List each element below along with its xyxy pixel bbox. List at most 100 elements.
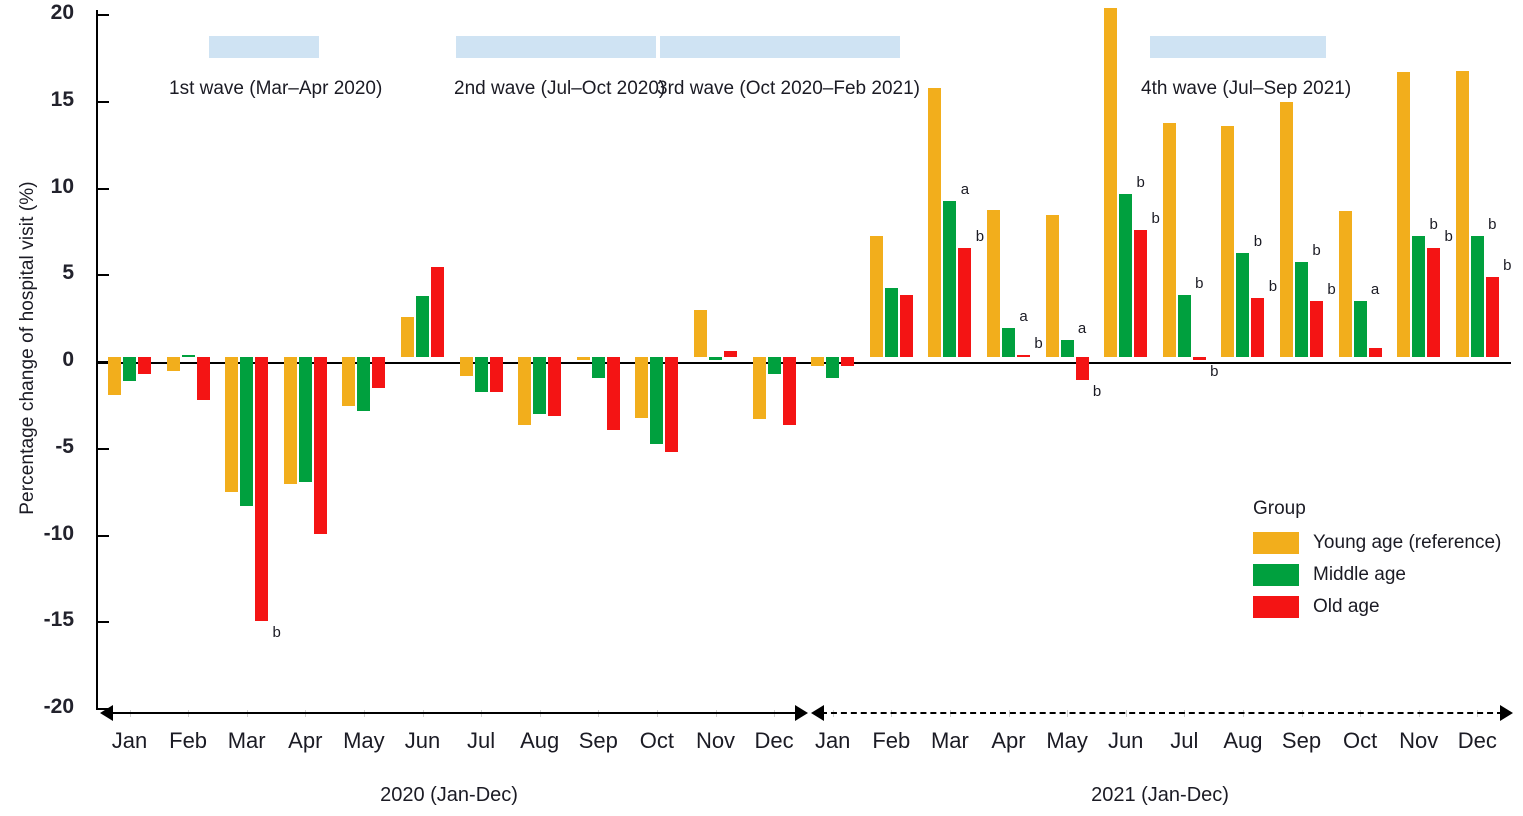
bar[interactable] <box>548 357 562 416</box>
bar[interactable] <box>1162 122 1176 357</box>
bar[interactable] <box>811 357 825 366</box>
significance-marker: b <box>1503 257 1512 275</box>
bar[interactable] <box>1177 294 1191 357</box>
bar[interactable] <box>1485 277 1499 357</box>
bar[interactable] <box>606 357 620 430</box>
bar[interactable] <box>1104 8 1118 357</box>
bar[interactable] <box>591 357 605 378</box>
bar[interactable] <box>709 357 722 361</box>
bar[interactable] <box>372 357 386 389</box>
bar[interactable] <box>123 357 136 382</box>
bar[interactable] <box>1221 126 1235 357</box>
bar-group: ab <box>1045 10 1105 710</box>
bar[interactable] <box>518 357 532 425</box>
bar[interactable] <box>1338 211 1352 357</box>
bar[interactable] <box>1119 193 1133 357</box>
bar[interactable] <box>313 357 327 534</box>
bar-group <box>811 10 870 710</box>
legend: Group Young age (reference) Middle age Old… <box>1253 498 1501 623</box>
bar[interactable] <box>576 357 590 361</box>
bar[interactable] <box>650 357 664 444</box>
bar[interactable] <box>416 296 429 357</box>
bar[interactable] <box>1134 230 1148 357</box>
bar[interactable] <box>489 357 503 392</box>
bar-group: ab <box>987 10 1046 710</box>
legend-label: Old age <box>1313 596 1380 617</box>
bar[interactable] <box>869 235 883 357</box>
bar[interactable] <box>928 88 942 357</box>
bar[interactable] <box>1295 261 1308 357</box>
bar[interactable] <box>694 310 707 357</box>
bar[interactable] <box>240 357 254 507</box>
significance-marker: a <box>1019 307 1028 325</box>
bar[interactable] <box>724 350 737 357</box>
bar[interactable] <box>987 209 1000 357</box>
legend-item[interactable]: Young age (reference) <box>1253 527 1501 559</box>
bar[interactable] <box>767 357 781 375</box>
legend-entries: Young age (reference) Middle age Old age <box>1253 527 1501 623</box>
bar[interactable] <box>283 357 297 484</box>
bar[interactable] <box>826 357 840 378</box>
bar[interactable] <box>474 357 488 392</box>
bar[interactable] <box>459 357 473 377</box>
bar[interactable] <box>1455 70 1469 357</box>
bar[interactable] <box>533 357 547 415</box>
bar[interactable] <box>635 357 649 418</box>
bar-group <box>752 10 812 710</box>
bar[interactable] <box>958 247 972 357</box>
bar[interactable] <box>401 317 414 357</box>
bar[interactable] <box>1002 327 1015 357</box>
bar[interactable] <box>357 357 371 411</box>
bar[interactable] <box>298 357 312 482</box>
bar[interactable] <box>884 287 898 357</box>
legend-item[interactable]: Middle age <box>1253 559 1501 591</box>
bar[interactable] <box>431 266 444 357</box>
y-tick-label: 10 <box>50 174 74 198</box>
bar[interactable] <box>1397 72 1411 357</box>
bar[interactable] <box>1017 355 1030 357</box>
arrow-head-right-2020 <box>795 705 808 721</box>
bar[interactable] <box>665 357 679 453</box>
bar[interactable] <box>1192 357 1206 361</box>
bar-group <box>166 10 226 710</box>
axis-arrow-2021 <box>821 712 1503 714</box>
bar[interactable] <box>1236 252 1250 357</box>
bar[interactable] <box>1075 357 1089 380</box>
bar[interactable] <box>1060 339 1074 357</box>
bar[interactable] <box>196 357 210 401</box>
bar[interactable] <box>1368 348 1382 357</box>
bar[interactable] <box>943 200 957 357</box>
bar[interactable] <box>1251 298 1265 357</box>
bar-group <box>401 10 460 710</box>
bar[interactable] <box>1427 247 1441 357</box>
bar[interactable] <box>1470 235 1484 357</box>
legend-swatch <box>1253 596 1299 618</box>
bar[interactable] <box>255 357 269 621</box>
bar[interactable] <box>1280 101 1293 357</box>
bar[interactable] <box>181 355 195 357</box>
bar[interactable] <box>782 357 796 425</box>
bar[interactable] <box>1353 301 1367 357</box>
bar[interactable] <box>752 357 766 420</box>
year-label-2021: 2021 (Jan-Dec) <box>1091 784 1229 806</box>
bar[interactable] <box>1310 301 1323 357</box>
wave-band <box>209 36 319 58</box>
bar[interactable] <box>166 357 180 371</box>
legend-swatch <box>1253 532 1299 554</box>
bar[interactable] <box>1045 214 1059 357</box>
bar[interactable] <box>899 294 913 357</box>
bar[interactable] <box>225 357 239 493</box>
legend-item[interactable]: Old age <box>1253 591 1501 623</box>
bar[interactable] <box>841 357 855 366</box>
x-axis-month-label: Dec <box>1457 728 1497 753</box>
significance-marker: a <box>960 180 970 198</box>
bar-group <box>869 10 929 710</box>
bar[interactable] <box>108 357 121 396</box>
bar[interactable] <box>342 357 356 406</box>
bar-group <box>342 10 401 710</box>
bar-group: bb <box>1104 8 1163 710</box>
chart-container: Percentage change of hospital visit (%) … <box>0 0 1523 816</box>
bar[interactable] <box>1412 235 1426 357</box>
bar[interactable] <box>138 357 151 375</box>
bar-group <box>108 10 167 710</box>
